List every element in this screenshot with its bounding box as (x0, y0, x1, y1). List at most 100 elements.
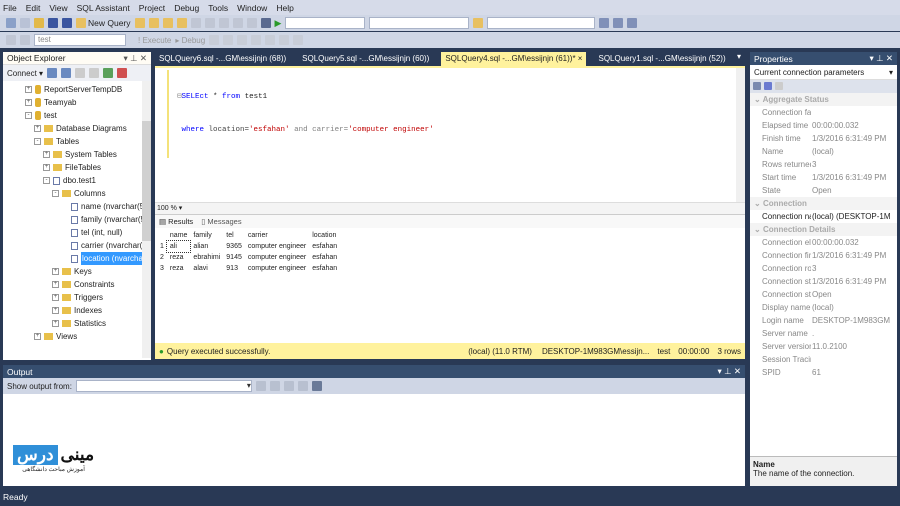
table-cell[interactable]: ali (165, 240, 192, 253)
table-cell[interactable]: alian (190, 241, 223, 252)
tree-node[interactable]: carrier (nvarchar(5 (3, 239, 151, 252)
tab-results[interactable]: ▤ Results (159, 217, 193, 226)
cancel-query-icon[interactable] (209, 35, 220, 45)
scrollbar-thumb[interactable] (142, 121, 151, 241)
find-dropdown[interactable] (487, 17, 596, 29)
expand-icon[interactable]: + (52, 320, 59, 327)
property-row[interactable]: Server version 11.0.2100 (750, 340, 897, 353)
tree-node[interactable]: location (nvarchar (3, 252, 151, 265)
property-category[interactable]: ⌄ Connection Details (750, 223, 897, 236)
query-editor[interactable]: ⊟SELEct * from test1 where location='esf… (155, 66, 745, 214)
categorized-icon[interactable] (753, 82, 761, 90)
analysis-query-icon[interactable] (148, 18, 159, 28)
pin-icon[interactable]: ⊥ (876, 53, 883, 63)
options-icon[interactable] (627, 18, 638, 28)
tree-node[interactable]: + System Tables (3, 148, 151, 161)
find-in-files-icon[interactable] (473, 18, 484, 28)
close-icon[interactable]: ✕ (734, 366, 741, 376)
pin-icon[interactable]: ⊥ (130, 53, 137, 63)
table-cell[interactable]: ebrahimi (190, 252, 223, 263)
dropdown-icon[interactable]: ▾ (717, 366, 721, 376)
property-row[interactable]: Rows returned 3 (750, 158, 897, 171)
disconnect-icon[interactable] (61, 68, 72, 78)
parse-icon[interactable] (223, 35, 234, 45)
display-plan-icon[interactable] (237, 35, 248, 45)
property-category[interactable]: ⌄ Aggregate Status (750, 93, 897, 106)
tab-sqlquery[interactable]: SQLQuery6.sql -...GM\essijnjn (68)) (155, 52, 290, 66)
connect-icon[interactable] (6, 35, 16, 45)
tree-node[interactable]: - dbo.test1 (3, 174, 151, 187)
alphabetical-icon[interactable] (764, 82, 772, 90)
tree-node[interactable]: + Views (3, 330, 151, 343)
find-previous-icon[interactable] (269, 381, 280, 391)
column-header[interactable]: family (190, 230, 223, 241)
property-pages-icon[interactable] (775, 82, 783, 90)
new-project-icon[interactable] (6, 18, 16, 28)
table-cell[interactable]: 913 (223, 263, 245, 274)
property-row[interactable]: Session Tracing (750, 353, 897, 366)
tab-overflow-icon[interactable]: ▾ (737, 52, 741, 61)
collapse-icon[interactable]: - (25, 112, 32, 119)
tree-node[interactable]: family (nvarchar(5 (3, 213, 151, 226)
column-header[interactable]: name (167, 230, 191, 241)
change-connection-icon[interactable] (20, 35, 30, 45)
table-cell[interactable]: computer engineer (245, 241, 309, 252)
menu-window[interactable]: Window (237, 3, 267, 13)
refresh-icon[interactable] (103, 68, 114, 78)
pin-icon[interactable]: ⊥ (724, 366, 731, 376)
save-icon[interactable] (48, 18, 58, 28)
property-row[interactable]: Connection star1/3/2016 6:31:49 PM (750, 275, 897, 288)
property-row[interactable]: Connection elap00:00:00.032 (750, 236, 897, 249)
results-to-grid-icon[interactable] (265, 35, 276, 45)
menu-sql-assistant[interactable]: SQL Assistant (77, 3, 130, 13)
paste-icon[interactable] (218, 18, 229, 28)
table-cell[interactable]: alavi (190, 263, 223, 274)
platform-dropdown[interactable] (369, 17, 470, 29)
output-source-dropdown[interactable]: ▾ (75, 380, 252, 392)
close-icon[interactable]: ✕ (140, 53, 147, 63)
connect-icon[interactable] (47, 68, 58, 78)
expand-icon[interactable]: + (25, 99, 32, 106)
copy-icon[interactable] (204, 18, 215, 28)
table-cell[interactable]: 1 (157, 241, 167, 252)
collapse-icon[interactable]: ⌄ (754, 225, 763, 234)
tree-node[interactable]: + FileTables (3, 161, 151, 174)
property-row[interactable]: Connection failu (750, 106, 897, 119)
table-cell[interactable]: computer engineer (245, 263, 309, 274)
expand-icon[interactable]: + (52, 268, 59, 275)
table-cell[interactable]: 9145 (223, 252, 245, 263)
word-wrap-icon[interactable] (311, 381, 322, 391)
start-debug-icon[interactable]: ▶ (275, 18, 282, 29)
tree-node[interactable]: + Triggers (3, 291, 151, 304)
filter-icon[interactable] (89, 68, 100, 78)
property-row[interactable]: SPID 61 (750, 366, 897, 379)
table-cell[interactable]: computer engineer (245, 252, 309, 263)
property-row[interactable]: Connection row3 (750, 262, 897, 275)
tab-sqlquery[interactable]: SQLQuery4.sql -...GM\essijnjn (61))* × (441, 52, 587, 66)
database-dropdown[interactable]: test (34, 34, 126, 46)
collapse-icon[interactable]: - (52, 190, 59, 197)
menu-edit[interactable]: Edit (26, 3, 41, 13)
expand-icon[interactable]: + (43, 151, 50, 158)
property-row[interactable]: Connection nam(local) (DESKTOP-1M (750, 210, 897, 223)
find-next-icon[interactable] (283, 381, 294, 391)
property-row[interactable]: Elapsed time 00:00:00.032 (750, 119, 897, 132)
tree-node[interactable]: - Columns (3, 187, 151, 200)
editor-scrollbar[interactable] (736, 68, 745, 202)
collapse-icon[interactable]: ⌄ (754, 199, 763, 208)
table-cell[interactable]: esfahan (309, 241, 340, 252)
undo-icon[interactable] (232, 18, 243, 28)
table-cell[interactable]: esfahan (309, 252, 340, 263)
menu-tools[interactable]: Tools (208, 3, 228, 13)
property-row[interactable]: Display name (local) (750, 301, 897, 314)
tree-node[interactable]: + Teamyab (3, 96, 151, 109)
collapse-icon[interactable]: - (43, 177, 50, 184)
redo-icon[interactable] (246, 18, 257, 28)
debug-button[interactable]: ▸ Debug (175, 36, 205, 45)
tree-node[interactable]: + Keys (3, 265, 151, 278)
table-cell[interactable]: esfahan (309, 263, 340, 274)
menu-debug[interactable]: Debug (174, 3, 199, 13)
indent-icon[interactable] (293, 35, 304, 45)
expand-icon[interactable]: + (25, 86, 32, 93)
tree-node[interactable]: + Statistics (3, 317, 151, 330)
